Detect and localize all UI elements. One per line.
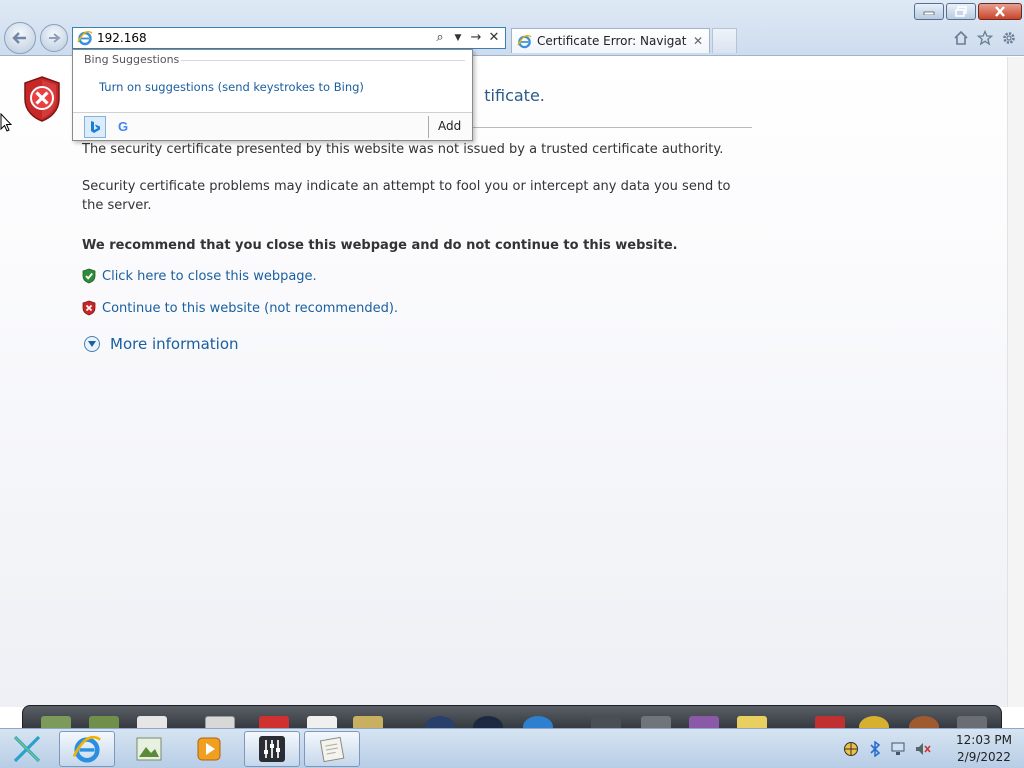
minimize-icon xyxy=(923,11,935,15)
continue-website-link[interactable]: Continue to this website (not recommende… xyxy=(82,300,398,316)
system-clock[interactable]: 12:03 PM 2/9/2022 xyxy=(952,732,1016,766)
start-button[interactable] xyxy=(4,731,50,767)
continue-website-label[interactable]: Continue to this website (not recommende… xyxy=(102,301,398,316)
ie-logo-icon xyxy=(77,30,93,46)
clock-date: 2/9/2022 xyxy=(957,750,1011,764)
search-providers-bar: G Add xyxy=(73,112,472,140)
address-suggestions-dropdown: Bing Suggestions Turn on suggestions (se… xyxy=(72,49,473,141)
start-x-icon xyxy=(13,735,41,763)
taskbar-media-player[interactable] xyxy=(181,731,237,767)
google-provider-button[interactable]: G xyxy=(115,118,131,134)
home-icon[interactable] xyxy=(952,29,970,47)
ie-logo-icon xyxy=(72,735,101,763)
add-provider-button[interactable]: Add xyxy=(438,119,461,133)
green-shield-icon xyxy=(82,268,96,284)
recommendation-text: We recommend that you close this webpage… xyxy=(82,238,678,253)
chevron-down-icon[interactable]: ▼ xyxy=(451,30,465,46)
address-input[interactable] xyxy=(97,29,427,47)
play-icon xyxy=(197,737,221,761)
taskbar-ie[interactable] xyxy=(59,731,115,767)
close-window-button[interactable] xyxy=(978,3,1022,20)
page-title-text: tificate. xyxy=(484,86,545,105)
network-icon[interactable] xyxy=(890,740,908,758)
notepad-icon xyxy=(319,736,345,762)
restore-icon xyxy=(955,6,967,17)
forward-button[interactable] xyxy=(40,24,68,52)
network-globe-icon[interactable] xyxy=(842,740,860,758)
taskbar: 12:03 PM 2/9/2022 xyxy=(0,728,1024,768)
clock-time: 12:03 PM xyxy=(956,733,1012,747)
taskbar-notepad[interactable] xyxy=(304,731,360,767)
minimize-button[interactable] xyxy=(914,3,944,20)
gear-icon[interactable] xyxy=(1000,29,1018,47)
mouse-cursor-icon xyxy=(0,113,12,132)
toolbar-right xyxy=(952,29,1018,47)
sliders-icon xyxy=(259,736,285,762)
footer-divider xyxy=(428,116,429,138)
suggestions-header-divider xyxy=(181,60,465,61)
close-webpage-label[interactable]: Click here to close this webpage. xyxy=(102,269,317,284)
new-tab-button[interactable] xyxy=(712,28,737,53)
back-arrow-icon xyxy=(12,32,26,44)
browser-chrome: ⌕ ▼ → ✕ Certificate Error: Navigatio... … xyxy=(0,0,1024,56)
turn-on-suggestions-link[interactable]: Turn on suggestions (send keystrokes to … xyxy=(99,80,364,94)
tab-certificate-error[interactable]: Certificate Error: Navigatio... ✕ xyxy=(511,28,710,53)
taskbar-photo-viewer[interactable] xyxy=(121,731,177,767)
address-bar[interactable]: ⌕ ▼ → ✕ xyxy=(72,27,506,49)
bing-logo-icon xyxy=(91,121,100,133)
warning-description: Security certificate problems may indica… xyxy=(82,179,731,213)
expand-chevron-icon xyxy=(84,336,100,352)
system-tray: 12:03 PM 2/9/2022 xyxy=(842,731,1016,767)
address-tools: ⌕ ▼ → ✕ xyxy=(433,30,501,46)
close-webpage-link[interactable]: Click here to close this webpage. xyxy=(82,268,317,284)
close-icon[interactable]: ✕ xyxy=(487,30,501,46)
bing-provider-button[interactable] xyxy=(84,116,106,138)
window-controls xyxy=(914,3,1022,20)
suggestions-header: Bing Suggestions xyxy=(84,53,180,66)
bluetooth-icon[interactable] xyxy=(866,740,884,758)
error-description: The security certificate presented by th… xyxy=(82,142,724,157)
google-logo-icon: G xyxy=(117,118,129,134)
restore-button[interactable] xyxy=(946,3,976,20)
error-shield-icon xyxy=(24,76,60,122)
forward-arrow-icon xyxy=(49,33,61,43)
taskbar-mixer[interactable] xyxy=(244,731,300,767)
search-icon[interactable]: ⌕ xyxy=(433,30,447,46)
photo-icon xyxy=(136,737,162,761)
close-icon xyxy=(995,6,1005,17)
back-button[interactable] xyxy=(4,22,36,54)
red-shield-icon xyxy=(82,300,96,316)
vertical-scrollbar[interactable] xyxy=(1007,57,1024,707)
volume-muted-icon[interactable] xyxy=(914,740,932,758)
tab-close-icon[interactable]: ✕ xyxy=(693,34,703,48)
tab-title: Certificate Error: Navigatio... xyxy=(537,34,687,48)
go-arrow-icon[interactable]: → xyxy=(469,30,483,46)
ie-logo-icon xyxy=(517,34,532,48)
more-information-label[interactable]: More information xyxy=(110,335,239,353)
favorites-star-icon[interactable] xyxy=(976,29,994,47)
more-information-toggle[interactable]: More information xyxy=(84,335,239,353)
